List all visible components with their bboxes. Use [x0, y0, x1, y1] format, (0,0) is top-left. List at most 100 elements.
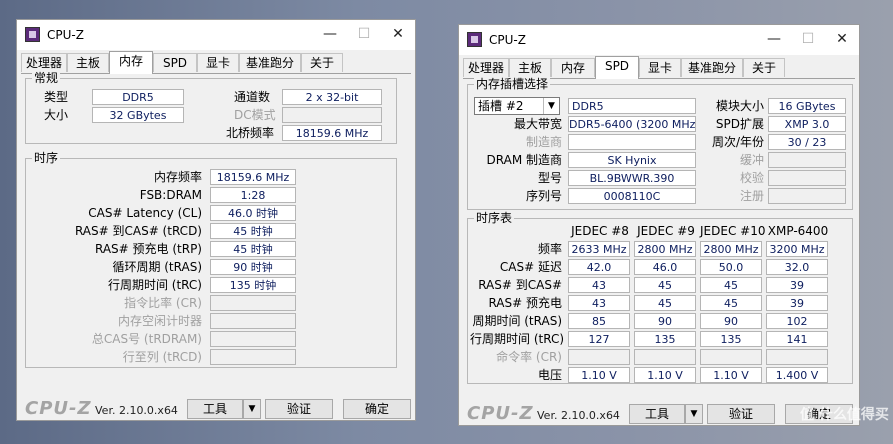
registered-label: 注册 [739, 189, 764, 203]
tab-spd[interactable]: SPD [595, 56, 639, 79]
maximize-icon: ☐ [357, 26, 371, 42]
version-text: Ver. 2.10.0.x64 [95, 404, 178, 417]
timing-row-label: 行周期时间 (tRC) [470, 332, 565, 346]
validate-button[interactable]: 验证 [265, 399, 333, 419]
timing-row-label: 命令率 (CR) [496, 350, 562, 364]
timing-cell [568, 349, 630, 365]
tab-graphics[interactable]: 显卡 [639, 58, 681, 77]
minimize-icon[interactable]: — [319, 25, 341, 43]
timing-cell [766, 349, 828, 365]
tab-mainboard[interactable]: 主板 [509, 58, 551, 77]
timing-cell: 85 [568, 313, 630, 329]
tab-mainboard[interactable]: 主板 [67, 53, 109, 72]
timing-cell: 1.10 V [568, 367, 630, 383]
type-label: 类型 [44, 90, 69, 104]
timing-cell: 135 [700, 331, 762, 347]
timing-cell: 102 [766, 313, 828, 329]
validate-button[interactable]: 验证 [707, 404, 775, 424]
cpuz-logo: CPU-Z [25, 398, 92, 419]
timing-column-header: JEDEC #10 [700, 224, 766, 238]
timing-value: 90 时钟 [210, 259, 296, 275]
timing-cell: 39 [766, 295, 828, 311]
timing-label: 内存空闲计时器 [117, 314, 202, 328]
timing-cell: 2633 MHz [568, 241, 630, 257]
model-value: BL.9BWWR.390 [568, 170, 696, 186]
dc-mode-label: DC模式 [234, 108, 276, 122]
timing-label: 循环周期 (tRAS) [112, 260, 202, 274]
timing-column-header: XMP-6400 [767, 224, 829, 238]
timing-cell: 127 [568, 331, 630, 347]
watermark: 值 什么值得买 [800, 407, 889, 423]
size-value: 32 GBytes [92, 107, 184, 123]
nb-freq-value: 18159.6 MHz [282, 125, 382, 141]
timing-value [210, 349, 296, 365]
tab-bench[interactable]: 基准跑分 [239, 53, 301, 72]
slot-select[interactable]: 插槽 #2 ▼ [474, 97, 560, 115]
timing-value [210, 313, 296, 329]
tab-graphics[interactable]: 显卡 [197, 53, 239, 72]
ok-button[interactable]: 确定 [343, 399, 411, 419]
buffer-label: 缓冲 [739, 153, 764, 167]
timing-value: 46.0 时钟 [210, 205, 296, 221]
general-group: 常规 类型 DDR5 大小 32 GBytes 通道数 2 x 32-bit D… [25, 71, 397, 144]
tools-dropdown-button[interactable]: ▼ [243, 399, 261, 419]
timing-value: 1:28 [210, 187, 296, 203]
minimize-icon[interactable]: — [763, 30, 785, 48]
serial-value: 0008110C [568, 188, 696, 204]
timing-cell: 42.0 [568, 259, 630, 275]
close-icon[interactable]: ✕ [387, 25, 409, 43]
timing-cell: 135 [634, 331, 696, 347]
tab-memory[interactable]: 内存 [109, 51, 153, 74]
tab-about[interactable]: 关于 [301, 53, 343, 72]
timing-label: RAS# 预充电 (tRP) [94, 242, 202, 256]
timing-cell: 50.0 [700, 259, 762, 275]
tab-cpu[interactable]: 处理器 [463, 58, 509, 77]
check-value [768, 170, 846, 186]
close-icon[interactable]: ✕ [831, 30, 853, 48]
timing-label: RAS# 到CAS# (tRCD) [74, 224, 202, 238]
window-title: CPU-Z [489, 33, 526, 47]
tab-bar: 处理器 主板 内存 SPD 显卡 基准跑分 关于 [463, 56, 855, 79]
timing-cell: 1.10 V [700, 367, 762, 383]
timing-table-title: 时序表 [474, 211, 515, 225]
dram-mfr-label: DRAM 制造商 [486, 153, 562, 167]
slot-select-value: 插槽 #2 [478, 99, 524, 113]
timing-column-header: JEDEC #8 [571, 224, 629, 238]
timing-value: 135 时钟 [210, 277, 296, 293]
timing-cell [700, 349, 762, 365]
timing-cell: 45 [700, 295, 762, 311]
serial-label: 序列号 [525, 189, 562, 203]
tab-memory[interactable]: 内存 [551, 58, 595, 77]
timing-value [210, 331, 296, 347]
dc-mode-value [282, 107, 382, 123]
title-bar[interactable]: CPU-Z — ☐ ✕ [17, 20, 415, 50]
timing-label: 指令比率 (CR) [124, 296, 202, 310]
tools-button[interactable]: 工具 [187, 399, 243, 419]
type-value: DDR5 [92, 89, 184, 105]
check-label: 校验 [739, 171, 764, 185]
tab-spd[interactable]: SPD [153, 53, 197, 72]
tools-dropdown-button[interactable]: ▼ [685, 404, 703, 424]
max-bw-value: DDR5-6400 (3200 MHz) [568, 116, 696, 132]
nb-freq-label: 北桥频率 [226, 126, 275, 140]
tools-button[interactable]: 工具 [629, 404, 685, 424]
size-label: 大小 [44, 108, 69, 122]
mfr-value [568, 134, 696, 150]
timing-cell: 90 [634, 313, 696, 329]
tab-about[interactable]: 关于 [743, 58, 785, 77]
timing-value: 18159.6 MHz [210, 169, 296, 185]
timing-cell: 45 [634, 277, 696, 293]
timing-group: 时序 内存频率 18159.6 MHz FSB:DRAM 1:28 CAS# Laten… [25, 151, 397, 368]
tab-bench[interactable]: 基准跑分 [681, 58, 743, 77]
timing-table-group: 时序表 JEDEC #8 JEDEC #9 JEDEC #10 XMP-6400 频率 2… [467, 211, 853, 384]
timing-label: FSB:DRAM [139, 188, 202, 202]
tab-cpu[interactable]: 处理器 [21, 53, 67, 72]
title-bar[interactable]: CPU-Z — ☐ ✕ [459, 25, 859, 55]
timing-row-label: RAS# 到CAS# [478, 278, 562, 292]
timing-cell: 1.10 V [634, 367, 696, 383]
slot-group: 内存插槽选择 插槽 #2 ▼ DDR5 模块大小 16 GBytes 最大带宽 … [467, 77, 853, 210]
cpuz-app-icon [25, 27, 40, 42]
channels-value: 2 x 32-bit [282, 89, 382, 105]
timing-label: 行周期时间 (tRC) [107, 278, 202, 292]
timing-cell: 1.400 V [766, 367, 828, 383]
